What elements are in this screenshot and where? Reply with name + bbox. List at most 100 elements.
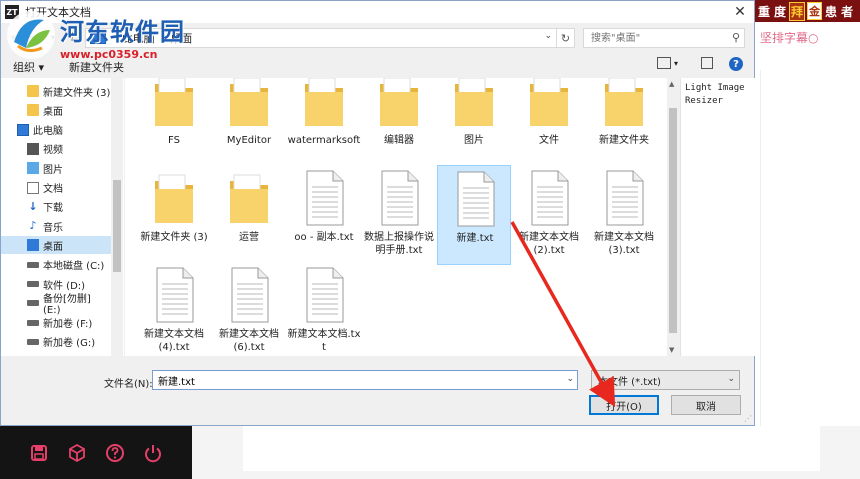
nav-item-label: 下载 xyxy=(43,203,63,215)
file-label: watermarksoft xyxy=(287,135,361,146)
chevron-down-icon[interactable]: ⌄ xyxy=(727,374,735,384)
file-item[interactable]: 新建文本文档 (2).txt xyxy=(512,165,586,265)
chevron-down-icon[interactable]: ▾ xyxy=(674,59,678,68)
banner-char: 者 xyxy=(841,4,854,19)
refresh-icon[interactable]: ↻ xyxy=(557,28,575,48)
folder-icon xyxy=(27,85,39,97)
folder-icon xyxy=(526,78,572,130)
file-label: 新建文件夹 xyxy=(599,135,649,146)
nav-item-label: 图片 xyxy=(43,164,63,176)
help-icon[interactable]: ? xyxy=(729,57,743,71)
folder-item[interactable]: watermarksoft xyxy=(287,78,361,168)
filetype-select[interactable]: 本文件 (*.txt) ⌄ xyxy=(591,370,740,390)
folder-item[interactable]: 图片 xyxy=(437,78,511,168)
help-button[interactable]: ? xyxy=(729,57,743,71)
folder-icon xyxy=(151,78,197,130)
file-item[interactable]: 新建文本文档 (4).txt xyxy=(137,262,211,356)
watermark-logo-icon xyxy=(7,11,55,59)
file-list: FS MyEditor watermarksoft 编辑器 图片 文件 新建文件夹新建文件夹… xyxy=(125,78,679,356)
file-label: 新建文件夹 (3) xyxy=(140,232,208,243)
folder-item[interactable]: FS xyxy=(137,78,211,168)
nav-item[interactable]: 桌面 xyxy=(1,236,111,255)
background-bottom-toolbar xyxy=(0,426,192,479)
watermark-url: www.pc0359.cn xyxy=(60,48,158,61)
filetype-value: 本文件 (*.txt) xyxy=(598,376,661,388)
chevron-down-icon[interactable]: ⌄ xyxy=(566,374,574,384)
help-circle-icon[interactable] xyxy=(105,443,125,463)
drive-icon xyxy=(27,338,39,345)
file-label: 数据上报操作说明手册.txt xyxy=(364,232,434,256)
file-label: 新建文本文档 (4).txt xyxy=(144,329,204,353)
folder-icon xyxy=(601,78,647,130)
cube-icon[interactable] xyxy=(67,443,87,463)
folder-item[interactable]: MyEditor xyxy=(212,78,286,168)
preview-pane-icon[interactable] xyxy=(701,57,713,69)
file-item[interactable]: 新建文本文档 (3).txt xyxy=(587,165,661,265)
resize-grip-icon[interactable]: ⋰ xyxy=(744,414,752,423)
background-banner: 重度拜金患者 xyxy=(755,0,860,22)
text-file-icon xyxy=(151,266,197,324)
watermark: 河东软件园 www.pc0359.cn xyxy=(2,4,202,64)
file-label: 新建文本文档.txt xyxy=(287,329,361,353)
nav-item[interactable]: 图片 xyxy=(1,159,111,177)
search-input[interactable] xyxy=(589,31,723,45)
filename-field[interactable]: ⌄ xyxy=(152,370,578,390)
search-box[interactable]: ⚲ xyxy=(583,28,745,48)
scrollbar-thumb[interactable] xyxy=(669,108,677,333)
folder-item[interactable]: 新建文件夹 xyxy=(587,78,661,168)
navigation-scrollbar[interactable] xyxy=(111,78,123,356)
view-mode-icon[interactable] xyxy=(657,57,671,69)
video-icon xyxy=(27,142,39,155)
nav-item[interactable]: 视频 xyxy=(1,140,111,158)
text-file-icon xyxy=(301,169,347,227)
folder-icon xyxy=(376,78,422,130)
nav-item[interactable]: ↓ 下载 xyxy=(1,198,111,216)
folder-item[interactable]: 运营 xyxy=(212,165,286,265)
cancel-button[interactable]: 取消 xyxy=(671,395,741,415)
nav-item-label: 软件 (D:) xyxy=(43,280,86,292)
chevron-down-icon[interactable]: ⌄ xyxy=(544,31,552,41)
nav-item[interactable]: ♪ 音乐 xyxy=(1,217,111,235)
banner-char: 度 xyxy=(774,4,787,19)
nav-item[interactable]: 备份[勿删] (E:) xyxy=(1,294,111,316)
nav-item[interactable]: 桌面 xyxy=(1,101,111,119)
preview-pane-toggle[interactable] xyxy=(701,57,713,69)
open-button[interactable]: 打开(O) xyxy=(589,395,659,415)
nav-item[interactable]: 新加卷 (F:) xyxy=(1,314,111,332)
nav-item[interactable]: 新建文件夹 (3) xyxy=(1,82,111,100)
file-item[interactable]: 新建文本文档.txt xyxy=(287,262,361,356)
nav-item[interactable]: 本地磁盘 (C:) xyxy=(1,256,111,274)
scrollbar-thumb[interactable] xyxy=(113,180,121,272)
file-label: FS xyxy=(168,135,180,146)
text-file-icon xyxy=(526,169,572,227)
folder-icon xyxy=(451,78,497,130)
banner-char: 重 xyxy=(758,4,771,19)
text-file-icon xyxy=(452,170,498,228)
file-item[interactable]: 数据上报操作说明手册.txt xyxy=(362,165,436,265)
close-button[interactable]: ✕ xyxy=(726,1,754,23)
file-item[interactable]: 新建.txt xyxy=(437,165,511,265)
folder-item[interactable]: 文件 xyxy=(512,78,586,168)
save-icon[interactable] xyxy=(29,443,49,463)
file-item[interactable]: oo - 副本.txt xyxy=(287,165,361,265)
file-list-scrollbar[interactable]: ▲ ▼ xyxy=(667,78,679,356)
file-item[interactable]: 新建文本文档 (6).txt xyxy=(212,262,286,356)
file-label: 图片 xyxy=(464,135,484,146)
picture-icon xyxy=(27,162,39,175)
scroll-up-icon[interactable]: ▲ xyxy=(669,80,674,88)
nav-item[interactable]: 文档 xyxy=(1,179,111,197)
folder-icon xyxy=(151,169,197,227)
folder-icon xyxy=(27,104,39,117)
search-icon[interactable]: ⚲ xyxy=(732,31,740,44)
banner-char: 拜 xyxy=(789,1,806,21)
scroll-down-icon[interactable]: ▼ xyxy=(669,346,674,354)
nav-item[interactable]: 此电脑 xyxy=(1,121,111,139)
nav-item[interactable]: 新加卷 (G:) xyxy=(1,333,111,351)
view-options[interactable]: ▾ xyxy=(657,57,678,69)
filename-input[interactable] xyxy=(156,373,560,387)
power-icon[interactable] xyxy=(143,443,163,463)
folder-item[interactable]: 新建文件夹 (3) xyxy=(137,165,211,265)
nav-item-label: 桌面 xyxy=(43,241,63,253)
nav-item-label: 此电脑 xyxy=(33,126,63,138)
folder-item[interactable]: 编辑器 xyxy=(362,78,436,168)
